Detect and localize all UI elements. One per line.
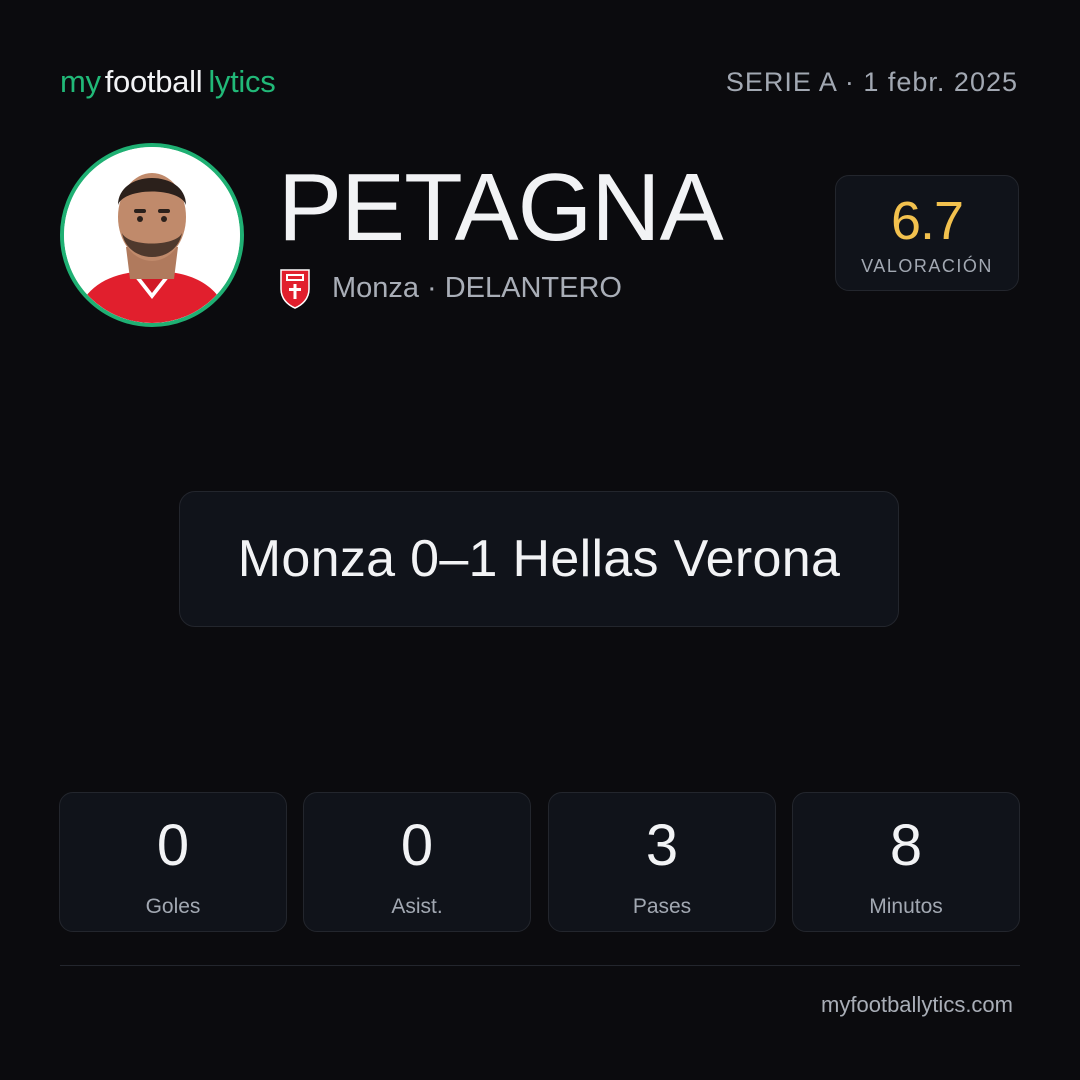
monza-crest-icon (280, 269, 310, 309)
brand-part-my: my (60, 64, 101, 99)
match-result: Monza 0–1 Hellas Verona (237, 530, 841, 588)
player-photo-image (64, 147, 240, 323)
stat-label: Pases (632, 895, 692, 918)
stat-value: 8 (889, 813, 923, 878)
footer-website: myfootballytics.com (821, 992, 1013, 1017)
stat-card-assists: 0 Asist. (303, 792, 531, 932)
player-club-position: Monza · DELANTERO (278, 266, 622, 310)
stat-value: 0 (400, 813, 434, 878)
rating-label: VALORACIÓN (861, 256, 993, 276)
stat-value: 3 (645, 813, 679, 878)
brand-part-lytics: lytics (208, 64, 276, 99)
stat-card-goals: 0 Goles (59, 792, 287, 932)
club-name: Monza (332, 271, 420, 304)
brand-part-football: football (104, 64, 203, 99)
club-position-separator: · (427, 271, 437, 304)
rating-card: 6.7 VALORACIÓN (835, 175, 1019, 291)
player-position: DELANTERO (444, 271, 622, 304)
brand-logo: my football lytics (60, 64, 276, 100)
stat-card-passes: 3 Pases (548, 792, 776, 932)
player-name: PETAGNA (278, 154, 724, 261)
stat-label: Asist. (391, 895, 443, 918)
footer-divider (60, 965, 1020, 966)
stat-card-minutes: 8 Minutos (792, 792, 1020, 932)
stat-value: 0 (156, 813, 190, 878)
stat-label: Minutos (869, 895, 943, 918)
match-result-card: Monza 0–1 Hellas Verona (179, 491, 899, 627)
player-photo (60, 143, 244, 327)
rating-value: 6.7 (890, 191, 964, 251)
competition-date: SERIE A · 1 febr. 2025 (725, 67, 1018, 97)
stat-label: Goles (145, 895, 201, 918)
